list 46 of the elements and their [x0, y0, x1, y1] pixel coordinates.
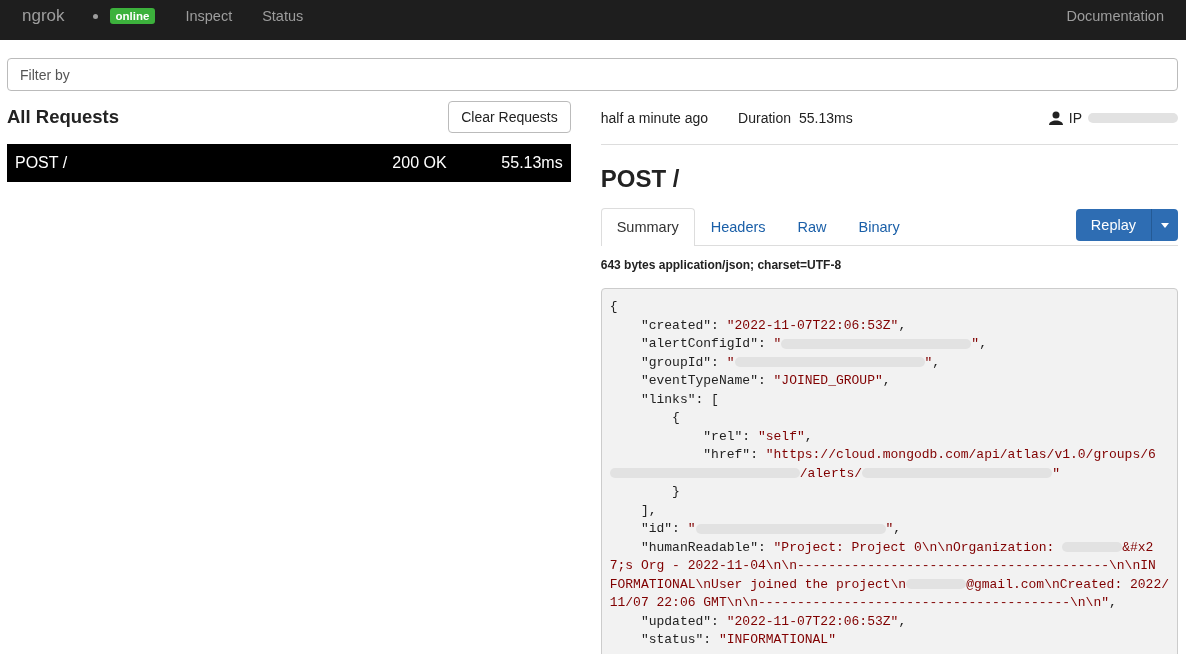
code-line: ], — [639, 501, 658, 520]
code-line: "created": "2022-11-07T22:06:53Z", — [639, 316, 908, 335]
code-line: "id": " ", — [639, 520, 903, 538]
code-line: "updated": "2022-11-07T22:06:53Z", — [639, 612, 908, 631]
code-line: "eventTypeName": "JOINED_GROUP", — [639, 372, 892, 390]
request-status: 200 OK — [392, 154, 448, 172]
clear-requests-button[interactable]: Clear Requests — [448, 101, 571, 133]
code-line: { — [671, 409, 681, 427]
code-line: 7;s Org - 2022-11-04\n\n----------------------------------------\n\nIN — [609, 557, 1157, 575]
ip-label: IP — [1068, 109, 1082, 126]
code-line: "alertConfigId": " ", — [639, 335, 988, 353]
code-line: /alerts/ " — [609, 464, 1169, 483]
code-line: } — [671, 483, 681, 501]
duration-label: Duration — [738, 109, 792, 126]
nav-link[interactable]: Status — [262, 8, 304, 24]
replay-button[interactable]: Replay — [1075, 209, 1152, 241]
caret-icon — [1161, 222, 1169, 228]
status-dot-icon — [92, 13, 98, 19]
tab[interactable]: Raw — [781, 208, 843, 246]
body-info: 643 bytes application/json; charset=UTF-8 — [600, 258, 843, 272]
tab[interactable]: Headers — [694, 208, 782, 246]
request-duration: 55.13ms — [501, 154, 563, 172]
code-line: "humanReadable": "Project: Project 0\n\nOrganization: &#x2 — [639, 538, 1155, 557]
user-icon — [1048, 110, 1063, 125]
request-title: POST / — [600, 165, 681, 193]
code-line: "href": "https://cloud.mongodb.com/api/atlas/v1.0/groups/6 — [702, 446, 1157, 464]
section-title: All Requests — [7, 106, 120, 128]
code-line: "links": [ — [639, 390, 720, 409]
code-line: "status": "INFORMATIONAL" — [639, 631, 837, 649]
tab[interactable]: Summary — [600, 208, 695, 246]
code-line: { — [609, 298, 619, 316]
code-line: "rel": "self", — [702, 427, 814, 446]
request-time: half a minute ago — [600, 109, 709, 126]
nav-link[interactable]: Inspect — [185, 8, 233, 24]
code-line: FORMATIONAL\nUser joined the project\n @gmail.com\nCreated: 2022/ — [609, 575, 1169, 594]
code-line: "groupId": " ", — [639, 353, 942, 372]
request-row[interactable]: POST / 200 OK 55.13ms — [7, 144, 571, 182]
nav-link[interactable]: Documentation — [1066, 8, 1164, 24]
duration-value: 55.13ms — [799, 109, 853, 126]
status-badge: online — [109, 8, 156, 24]
filter-field[interactable]: Filter by — [7, 58, 1178, 91]
code-line: 11/07 22:06 GMT\n\n----------------------------------------\n\n", — [609, 594, 1118, 612]
dropdown-button[interactable] — [1152, 209, 1178, 241]
request-path: POST / — [15, 154, 69, 172]
brand-name[interactable]: ngrok — [22, 6, 65, 26]
tab[interactable]: Binary — [842, 208, 916, 246]
